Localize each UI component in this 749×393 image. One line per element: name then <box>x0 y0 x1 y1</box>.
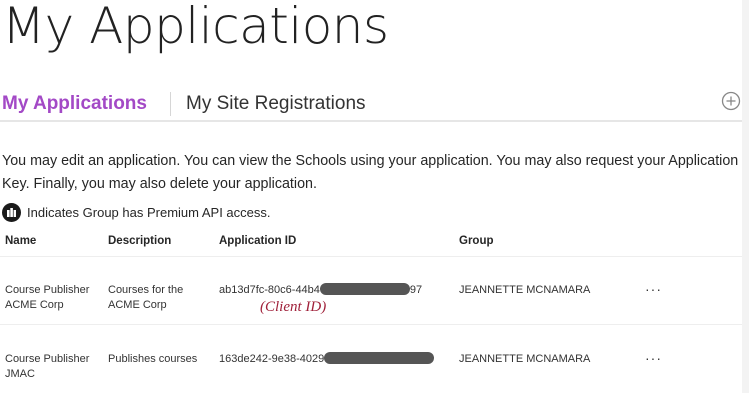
table-header-divider <box>0 256 742 257</box>
app-description: Publishes courses <box>108 353 198 365</box>
tab-divider <box>170 92 171 116</box>
tab-my-site-registrations[interactable]: My Site Registrations <box>186 90 366 118</box>
more-horizontal-icon[interactable]: ··· <box>645 351 662 365</box>
app-id-visible-suffix: 97 <box>409 284 423 296</box>
app-id-visible-prefix: 163de242-9e38-4029 <box>219 353 325 365</box>
column-header-name: Name <box>5 235 37 247</box>
app-name[interactable]: Course Publisher ACME Corp <box>5 283 105 313</box>
column-header-group: Group <box>459 235 494 247</box>
app-group: JEANNETTE MCNAMARA <box>459 284 591 296</box>
plus-circle-icon[interactable] <box>721 91 741 111</box>
tab-bar-underline <box>0 120 742 122</box>
app-description: Courses for the ACME Corp <box>108 284 184 311</box>
app-id-visible-prefix: ab13d7fc-80c6-44b4 <box>219 284 320 296</box>
scrollbar-track[interactable] <box>742 0 749 393</box>
premium-legend: Indicates Group has Premium API access. <box>2 202 271 222</box>
app-id: 163de242-9e38-4029 <box>219 352 444 367</box>
app-name[interactable]: Course Publisher JMAC <box>5 352 105 382</box>
column-header-description: Description <box>108 235 172 247</box>
tab-bar: My Applications My Site Registrations <box>0 88 742 122</box>
premium-api-icon <box>2 202 21 222</box>
app-group: JEANNETTE MCNAMARA <box>459 353 591 365</box>
tab-my-applications[interactable]: My Applications <box>2 90 147 118</box>
app-id: ab13d7fc-80c6-44b4 97 <box>219 283 444 298</box>
client-id-annotation: (Client ID) <box>260 299 327 315</box>
more-horizontal-icon[interactable]: ··· <box>645 282 662 296</box>
intro-text: You may edit an application. You can vie… <box>2 153 739 192</box>
redaction-bar <box>324 352 435 364</box>
premium-legend-text: Indicates Group has Premium API access. <box>27 204 271 220</box>
column-header-application-id: Application ID <box>219 235 297 247</box>
page-title: My Applications <box>2 0 389 55</box>
table-row-divider <box>0 324 742 325</box>
redaction-bar <box>319 283 410 295</box>
